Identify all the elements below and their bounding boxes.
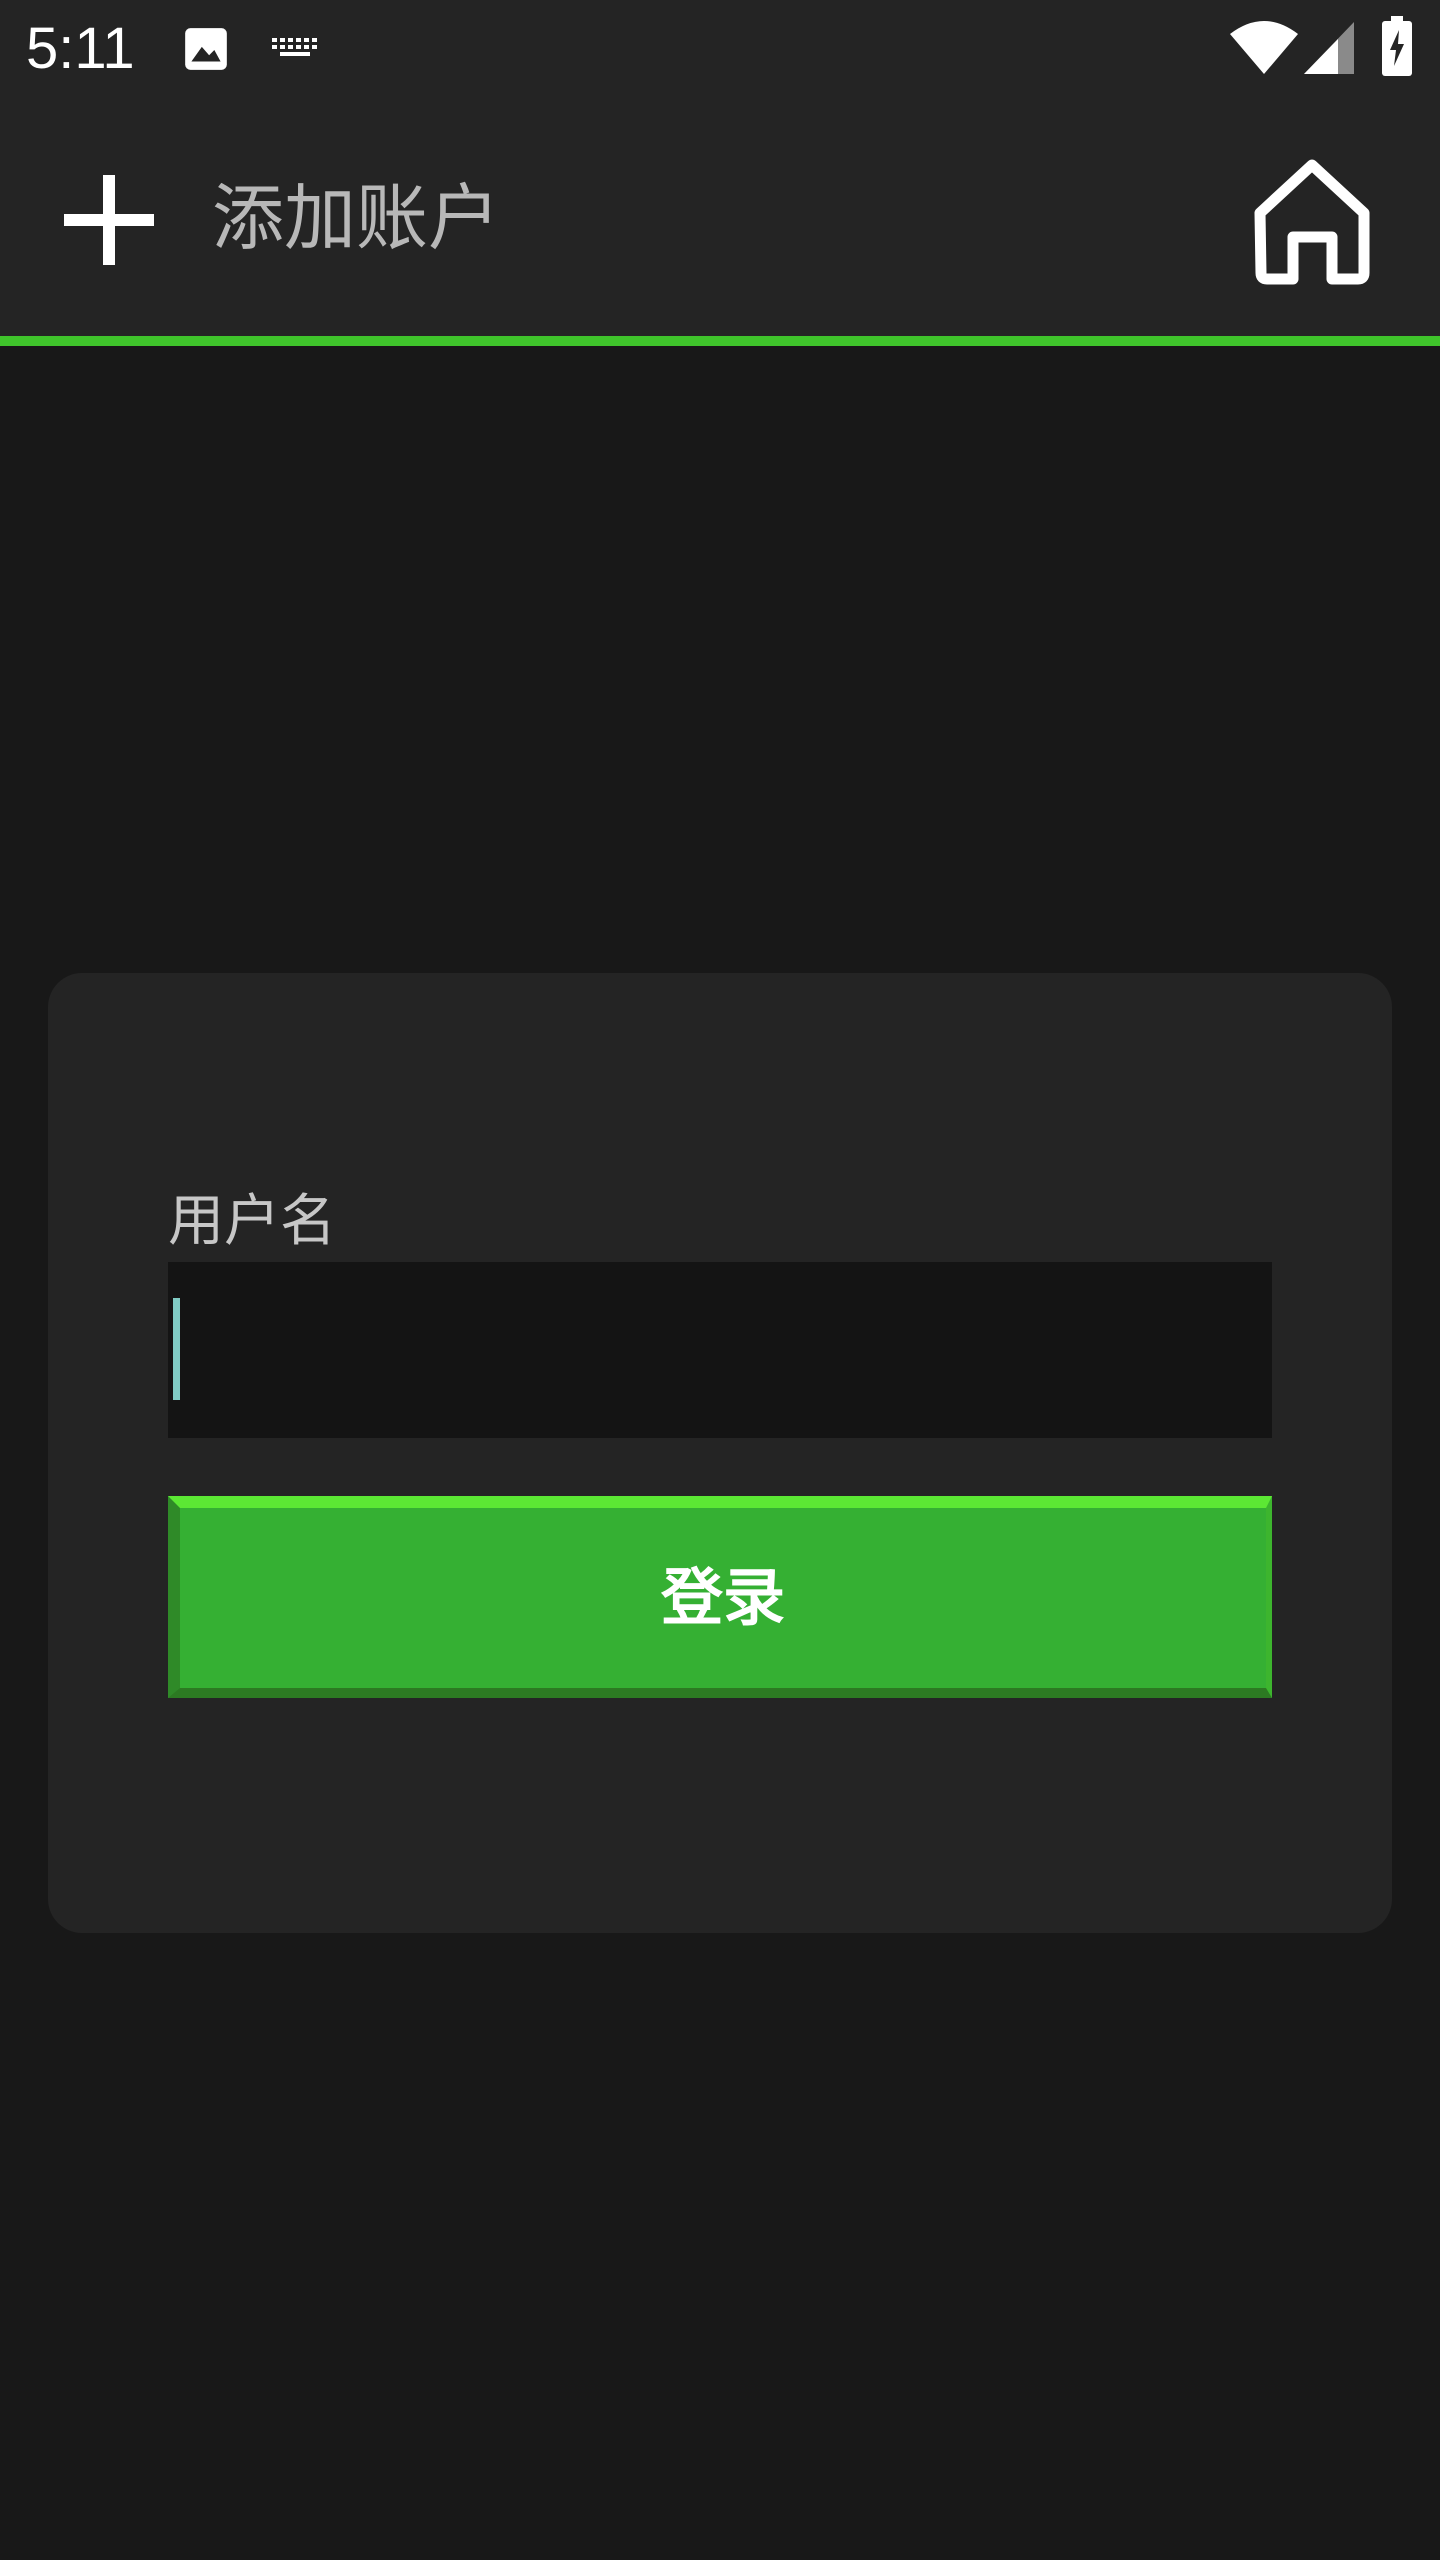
screen: 5:11 添加账户 用户名 登录	[0, 0, 1440, 2560]
keyboard-icon	[272, 38, 317, 56]
login-card	[48, 973, 1392, 1933]
text-cursor	[173, 1298, 180, 1400]
wifi-icon	[1230, 21, 1298, 74]
username-label: 用户名	[168, 1189, 336, 1254]
login-button-label: 登录	[660, 1561, 785, 1634]
page-title: 添加账户	[212, 176, 501, 260]
app-bar-accent-line	[0, 336, 1440, 346]
username-input[interactable]	[168, 1262, 1272, 1438]
login-button[interactable]: 登录	[168, 1496, 1272, 1698]
home-icon[interactable]	[1250, 155, 1375, 285]
add-icon[interactable]	[64, 175, 154, 265]
battery-charging-icon	[1382, 16, 1412, 76]
image-icon	[185, 28, 227, 70]
status-bar: 5:11	[0, 0, 1440, 96]
signal-icon	[1304, 22, 1354, 74]
status-time: 5:11	[26, 16, 135, 81]
